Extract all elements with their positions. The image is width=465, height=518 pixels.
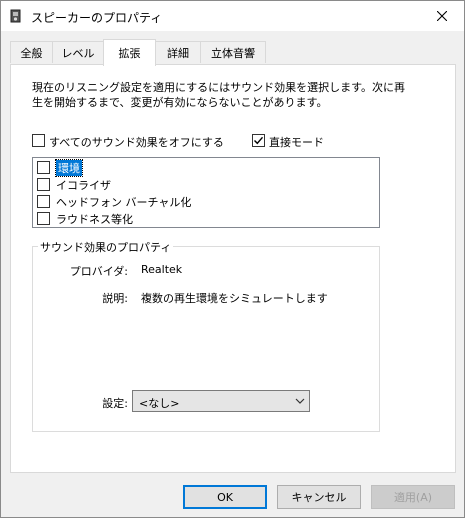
window-title: スピーカーのプロパティ	[31, 11, 163, 25]
close-button[interactable]	[420, 1, 464, 31]
description-value: 複数の再生環境をシミュレートします	[141, 292, 328, 305]
tab-label: 詳細	[167, 46, 189, 60]
effects-list[interactable]: 環境 イコライザ ヘッドフォン バーチャル化 ラウドネス等化	[32, 157, 380, 228]
speaker-icon	[10, 9, 24, 23]
tab-general[interactable]: 全般	[10, 41, 53, 63]
equalizer-checkbox[interactable]	[37, 178, 50, 191]
headphone-virtualization-label[interactable]: ヘッドフォン バーチャル化	[56, 194, 191, 210]
description-text: 現在のリスニング設定を適用にするにはサウンド効果を選択します。次に再 生を開始す…	[32, 80, 442, 110]
cancel-button[interactable]: キャンセル	[277, 485, 361, 509]
tab-label: 全般	[20, 46, 43, 60]
tab-label: 立体音響	[211, 46, 255, 60]
description-label: 説明:	[102, 292, 128, 305]
setting-selected-value: <なし>	[139, 397, 180, 410]
properties-window: スピーカーのプロパティ 全般 レベル 拡張 詳細 立体音響 現在のリスニング設定…	[0, 0, 465, 518]
description-line: 現在のリスニング設定を適用にするにはサウンド効果を選択します。次に再	[32, 81, 406, 94]
environment-checkbox[interactable]	[37, 161, 50, 174]
tab-levels[interactable]: レベル	[52, 41, 104, 63]
provider-value: Realtek	[141, 263, 183, 276]
title-bar: スピーカーのプロパティ	[1, 1, 464, 31]
apply-button[interactable]: 適用(A)	[371, 485, 455, 509]
tab-advanced[interactable]: 詳細	[155, 41, 201, 63]
immediate-mode-checkbox[interactable]	[252, 134, 265, 147]
checkmark-icon	[254, 136, 264, 145]
headphone-virtualization-checkbox[interactable]	[37, 195, 50, 208]
cancel-button-label: キャンセル	[291, 491, 347, 504]
ok-button[interactable]: OK	[183, 485, 267, 509]
setting-dropdown[interactable]: <なし>	[132, 390, 310, 412]
disable-all-checkbox[interactable]	[32, 134, 45, 147]
equalizer-label[interactable]: イコライザ	[56, 177, 111, 193]
loudness-equalization-checkbox[interactable]	[37, 212, 50, 225]
tab-spatial-sound[interactable]: 立体音響	[200, 41, 266, 63]
group-title: サウンド効果のプロパティ	[38, 239, 174, 255]
immediate-mode-label[interactable]: 直接モード	[269, 134, 324, 150]
loudness-equalization-label[interactable]: ラウドネス等化	[56, 211, 133, 227]
chevron-down-icon	[295, 398, 305, 404]
apply-button-label: 適用(A)	[393, 491, 433, 504]
environment-label[interactable]: 環境	[55, 159, 83, 177]
disable-all-label[interactable]: すべてのサウンド効果をオフにする	[49, 134, 224, 150]
provider-label: プロバイダ:	[69, 265, 128, 278]
tab-label: レベル	[61, 46, 95, 60]
setting-label: 設定:	[102, 397, 128, 410]
close-icon	[437, 11, 447, 21]
description-line: 生を開始するまで、変更が有効にならないことがあります。	[32, 96, 328, 109]
ok-button-label: OK	[217, 490, 233, 504]
tab-label: 拡張	[118, 47, 141, 60]
tab-enhancements[interactable]: 拡張	[103, 39, 156, 66]
